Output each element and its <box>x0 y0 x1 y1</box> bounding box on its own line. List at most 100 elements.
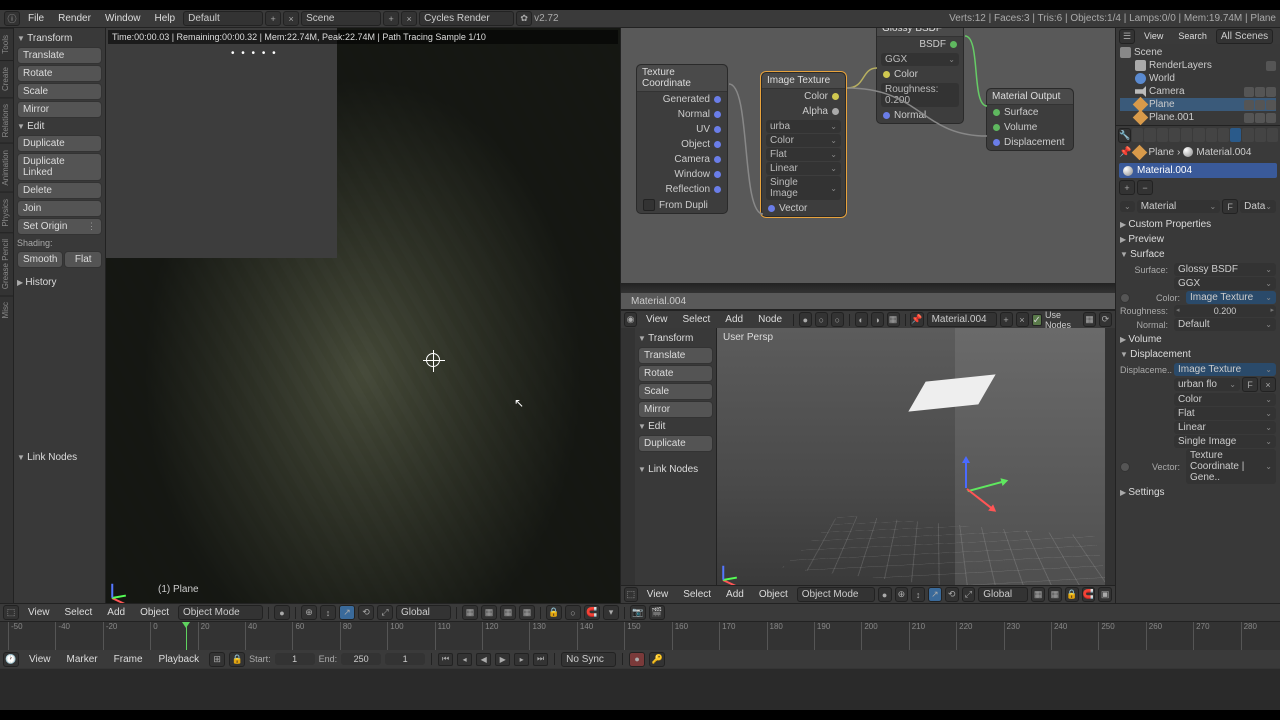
material-datablock[interactable]: Material.004 <box>927 312 997 327</box>
opengl-anim-icon[interactable]: 🎬 <box>649 605 665 620</box>
menu-window[interactable]: Window <box>99 11 147 26</box>
render-engine-dropdown[interactable]: Cycles Render <box>419 11 514 26</box>
scene-dropdown[interactable]: Scene <box>301 11 381 26</box>
translate-button[interactable]: Translate <box>638 347 713 364</box>
pin-icon[interactable]: 📌 <box>1119 147 1131 158</box>
pivot-dropdown-icon[interactable]: ⊕ <box>301 605 317 620</box>
rotate-button[interactable]: Rotate <box>638 365 713 382</box>
shader-type-line-icon[interactable]: ○ <box>831 312 844 327</box>
vector-input-dropdown[interactable]: Texture Coordinate | Gene.. <box>1186 449 1276 484</box>
node-glossy-bsdf[interactable]: Glossy BSDF BSDF GGX Color Roughness: 0.… <box>876 28 964 124</box>
menu-add[interactable]: Add <box>101 605 131 620</box>
lock-camera-icon[interactable]: 🔒 <box>546 605 562 620</box>
screen-layout-dropdown[interactable]: Default <box>183 11 263 26</box>
translate-manip-icon[interactable]: ↗ <box>339 605 355 620</box>
render-border-icon[interactable]: ▣ <box>1098 587 1112 602</box>
roughness-field[interactable]: Roughness: 0.200 <box>881 83 959 107</box>
eye-icon[interactable] <box>1244 100 1254 110</box>
snap-target-icon[interactable]: ▾ <box>603 605 619 620</box>
displacement-input-dropdown[interactable]: Image Texture <box>1174 363 1276 376</box>
colorspace-dropdown[interactable]: Color <box>766 134 841 147</box>
panel-transform[interactable]: Transform <box>638 331 713 346</box>
manipulator-toggle-icon[interactable]: ↕ <box>911 587 925 602</box>
keyframe-next-icon[interactable]: ▸ <box>514 653 529 666</box>
material-browse-icon[interactable] <box>1120 201 1135 212</box>
set-origin-button[interactable]: Set Origin <box>17 218 102 235</box>
tab-grease[interactable]: Grease Pencil <box>0 232 13 295</box>
end-frame-field[interactable]: 250 <box>341 653 381 665</box>
image-datablock[interactable]: urba <box>766 120 841 133</box>
interpolation-dropdown[interactable]: Linear <box>1174 421 1276 434</box>
menu-render[interactable]: Render <box>52 11 97 26</box>
fake-user-icon[interactable]: F <box>1222 199 1238 214</box>
add-scene-icon[interactable]: + <box>383 11 399 26</box>
panel-link-nodes[interactable]: Link Nodes <box>17 450 102 465</box>
node-texture-coordinate[interactable]: Texture Coordinate Generated Normal UV O… <box>636 64 728 214</box>
scale-button[interactable]: Scale <box>638 383 713 400</box>
keyframe-prev-icon[interactable]: ◂ <box>457 653 472 666</box>
jump-end-icon[interactable]: ⏭ <box>533 653 548 666</box>
tab-particles-icon[interactable] <box>1255 128 1266 142</box>
tab-data-icon[interactable] <box>1218 128 1229 142</box>
layers-icon[interactable]: ▦ <box>519 605 535 620</box>
delete-button[interactable]: Delete <box>17 182 102 199</box>
lock-camera-icon[interactable]: 🔒 <box>1065 587 1079 602</box>
layers-icon[interactable]: ▦ <box>481 605 497 620</box>
add-material-icon[interactable]: + <box>1000 312 1013 327</box>
menu-help[interactable]: Help <box>149 11 182 26</box>
3d-viewport-secondary[interactable]: User Persp <box>717 328 1105 585</box>
duplicate-linked-button[interactable]: Duplicate Linked <box>17 153 102 181</box>
panel-preview[interactable]: Preview <box>1120 232 1276 247</box>
mirror-button[interactable]: Mirror <box>17 101 102 118</box>
manipulator-toggle-icon[interactable]: ↕ <box>320 605 336 620</box>
shade-flat-button[interactable]: Flat <box>64 251 102 268</box>
menu-select[interactable]: Select <box>59 605 99 620</box>
rotate-button[interactable]: Rotate <box>17 65 102 82</box>
opengl-render-icon[interactable]: 📷 <box>630 605 646 620</box>
render-icon[interactable] <box>1266 113 1276 123</box>
sync-mode-dropdown[interactable]: No Sync <box>561 652 616 667</box>
tab-render-icon[interactable] <box>1132 128 1143 142</box>
del-layout-icon[interactable]: × <box>283 11 299 26</box>
duplicate-button[interactable]: Duplicate <box>17 135 102 152</box>
scale-button[interactable]: Scale <box>17 83 102 100</box>
add-layout-icon[interactable]: + <box>265 11 281 26</box>
tab-relations[interactable]: Relations <box>0 97 13 143</box>
tab-object-icon[interactable] <box>1181 128 1192 142</box>
menu-view[interactable]: View <box>23 652 57 667</box>
editor-type-icon[interactable]: ⬚ <box>624 587 638 602</box>
pivot-dropdown-icon[interactable]: ⊕ <box>895 587 909 602</box>
tab-constraints-icon[interactable] <box>1193 128 1204 142</box>
lock-range-icon[interactable]: 🔒 <box>229 652 245 667</box>
eye-icon[interactable] <box>1244 113 1254 123</box>
tab-misc[interactable]: Misc <box>0 295 13 324</box>
translate-manip-icon[interactable]: ↗ <box>928 587 942 602</box>
tab-world-icon[interactable] <box>1169 128 1180 142</box>
translate-button[interactable]: Translate <box>17 47 102 64</box>
tab-renderlayers-icon[interactable] <box>1144 128 1155 142</box>
panel-transform[interactable]: Transform <box>17 31 102 46</box>
node-scrollbar[interactable] <box>621 283 1115 293</box>
menu-frame[interactable]: Frame <box>108 652 149 667</box>
play-icon[interactable]: ▶ <box>495 653 510 666</box>
source-dropdown[interactable]: Single Image <box>766 176 841 200</box>
keying-set-icon[interactable]: 🔑 <box>649 652 665 667</box>
use-preview-range-icon[interactable]: ⊞ <box>209 652 225 667</box>
outliner-plane[interactable]: Plane <box>1120 98 1276 111</box>
add-slot-icon[interactable]: + <box>1119 180 1135 195</box>
tab-texture-icon[interactable] <box>1242 128 1253 142</box>
3d-viewport-rendered[interactable]: Time:00:00.03 | Remaining:00:00.32 | Mem… <box>106 28 620 603</box>
distribution-dropdown[interactable]: GGX <box>881 53 959 66</box>
panel-surface[interactable]: Surface <box>1120 247 1276 262</box>
current-frame-field[interactable]: 1 <box>385 653 425 665</box>
proportional-edit-icon[interactable]: ○ <box>565 605 581 620</box>
tab-scene-icon[interactable] <box>1157 128 1168 142</box>
editor-type-icon[interactable]: ⬚ <box>3 605 19 620</box>
panel-history[interactable]: History <box>17 275 102 290</box>
render-icon[interactable] <box>1266 87 1276 97</box>
tab-tools[interactable]: Tools <box>0 28 13 60</box>
panel-edit[interactable]: Edit <box>638 419 713 434</box>
filter-icon[interactable] <box>1266 61 1276 71</box>
shading-dropdown-icon[interactable]: ● <box>878 587 892 602</box>
color-input-dropdown[interactable]: Image Texture <box>1186 291 1276 304</box>
